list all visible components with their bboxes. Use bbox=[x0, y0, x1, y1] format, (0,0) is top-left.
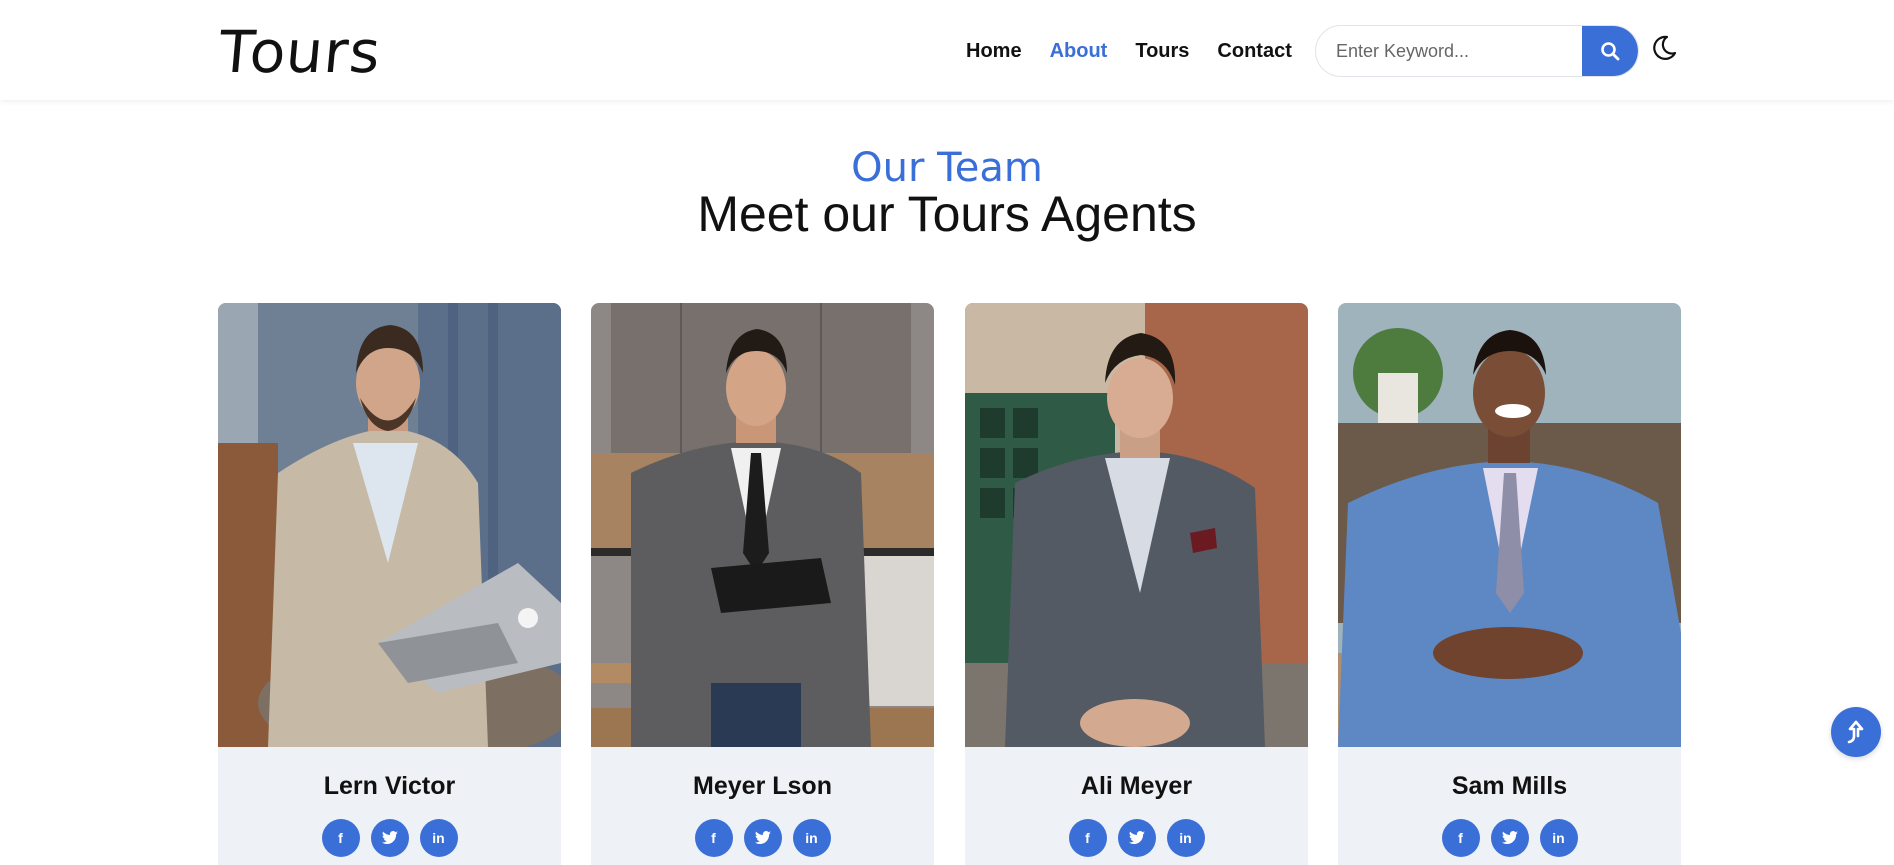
twitter-icon bbox=[1501, 831, 1518, 844]
facebook-button[interactable]: f bbox=[694, 819, 733, 857]
linkedin-icon: in bbox=[1552, 830, 1565, 846]
twitter-button[interactable] bbox=[370, 819, 409, 857]
moon-icon[interactable] bbox=[1650, 34, 1678, 62]
agent-photo bbox=[218, 303, 561, 747]
search-button[interactable] bbox=[1582, 26, 1638, 76]
agent-card: Sam Mills f in bbox=[1338, 303, 1681, 865]
site-header: Tours Home About Tours Contact bbox=[0, 0, 1894, 100]
linkedin-button[interactable]: in bbox=[1539, 819, 1578, 857]
linkedin-icon: in bbox=[805, 830, 818, 846]
twitter-button[interactable] bbox=[1490, 819, 1529, 857]
agent-photo bbox=[965, 303, 1308, 747]
twitter-button[interactable] bbox=[1117, 819, 1156, 857]
agent-card: Lern Victor f in bbox=[218, 303, 561, 865]
facebook-icon: f bbox=[1458, 830, 1463, 846]
scroll-top-button[interactable] bbox=[1831, 707, 1881, 757]
twitter-icon bbox=[1128, 831, 1145, 844]
facebook-icon: f bbox=[338, 830, 343, 846]
nav-about[interactable]: About bbox=[1050, 38, 1108, 64]
agent-photo bbox=[1338, 303, 1681, 747]
agent-card-body: Lern Victor f in bbox=[218, 747, 561, 865]
agent-card: Ali Meyer f in bbox=[965, 303, 1308, 865]
search-input[interactable] bbox=[1316, 26, 1584, 76]
arrow-up-icon bbox=[1847, 720, 1864, 744]
nav-home[interactable]: Home bbox=[966, 38, 1022, 64]
agent-card-body: Sam Mills f in bbox=[1338, 747, 1681, 865]
agent-photo bbox=[591, 303, 934, 747]
agent-name: Sam Mills bbox=[1451, 772, 1568, 800]
site-logo[interactable]: Tours bbox=[216, 16, 383, 88]
agent-name: Meyer Lson bbox=[693, 772, 832, 800]
agent-card-body: Meyer Lson f in bbox=[591, 747, 934, 865]
facebook-button[interactable]: f bbox=[1068, 819, 1107, 857]
linkedin-icon: in bbox=[432, 830, 445, 846]
facebook-button[interactable]: f bbox=[1441, 819, 1480, 857]
agent-socials: f in bbox=[591, 819, 934, 857]
agent-name: Ali Meyer bbox=[1080, 772, 1193, 800]
linkedin-button[interactable]: in bbox=[792, 819, 831, 857]
search-icon bbox=[1601, 42, 1620, 61]
agent-socials: f in bbox=[218, 819, 561, 857]
agent-card-body: Ali Meyer f in bbox=[965, 747, 1308, 865]
twitter-button[interactable] bbox=[743, 819, 782, 857]
section-title: Meet our Tours Agents bbox=[697, 186, 1197, 242]
linkedin-button[interactable]: in bbox=[419, 819, 458, 857]
linkedin-icon: in bbox=[1179, 830, 1192, 846]
nav-contact[interactable]: Contact bbox=[1217, 38, 1291, 64]
agent-card: Meyer Lson f in bbox=[591, 303, 934, 865]
search-box bbox=[1315, 25, 1639, 77]
linkedin-button[interactable]: in bbox=[1166, 819, 1205, 857]
twitter-icon bbox=[754, 831, 771, 844]
twitter-icon bbox=[381, 831, 398, 844]
agent-name: Lern Victor bbox=[323, 772, 456, 800]
facebook-icon: f bbox=[711, 830, 716, 846]
nav-tours[interactable]: Tours bbox=[1135, 38, 1189, 64]
facebook-button[interactable]: f bbox=[321, 819, 360, 857]
agent-socials: f in bbox=[1338, 819, 1681, 857]
agent-socials: f in bbox=[965, 819, 1308, 857]
main-nav: Home About Tours Contact bbox=[966, 38, 1320, 64]
facebook-icon: f bbox=[1085, 830, 1090, 846]
